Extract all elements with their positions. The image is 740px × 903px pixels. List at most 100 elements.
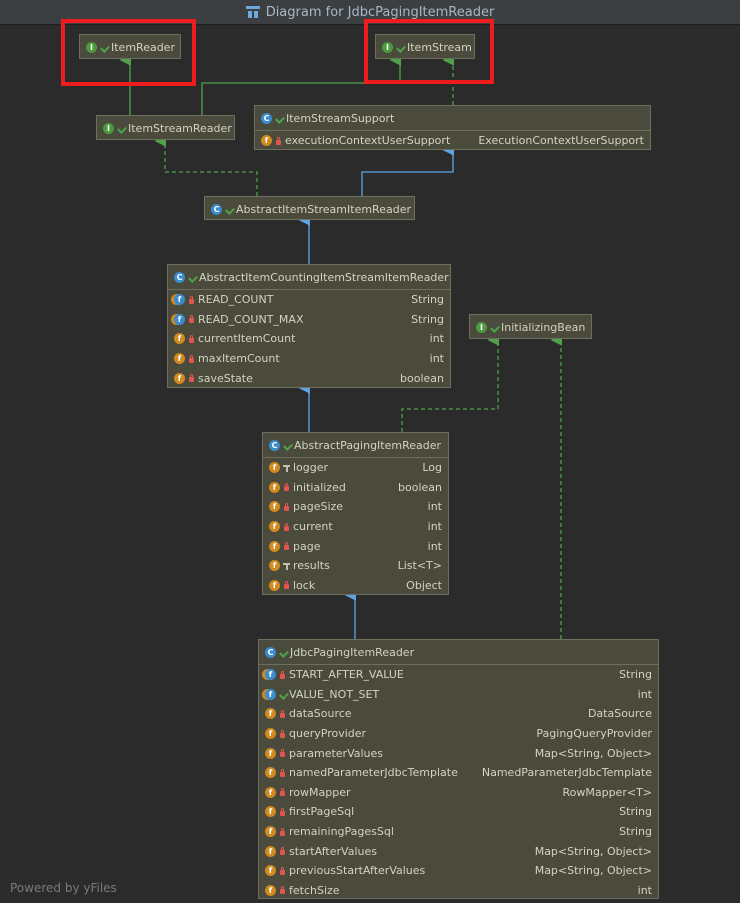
node-abstractpagingitemreader[interactable]: C AbstractPagingItemReader f logger Log f in… xyxy=(262,432,449,595)
field-row: f READ_COUNT_MAX String xyxy=(168,310,450,330)
field-row: f queryProvider PagingQueryProvider xyxy=(259,724,658,744)
field-name: START_AFTER_VALUE xyxy=(289,668,404,682)
node-itemstreamsupport[interactable]: C ItemStreamSupport f executionContextUser… xyxy=(254,105,651,150)
highlight-box-itemstream xyxy=(364,19,494,84)
private-icon xyxy=(283,483,290,492)
field-type: String xyxy=(619,825,652,839)
node-title: ItemStreamSupport xyxy=(286,111,395,125)
field-type: Map<String, Object> xyxy=(534,746,652,760)
public-icon xyxy=(117,124,124,132)
node-itemstreamreader[interactable]: I ItemStreamReader xyxy=(96,115,235,140)
field-icon: f xyxy=(265,806,276,818)
node-title: AbstractPagingItemReader xyxy=(294,438,442,452)
field-type: boolean xyxy=(398,480,442,494)
node-abstractitemcounting[interactable]: C AbstractItemCountingItemStreamItemReade… xyxy=(167,264,451,388)
private-icon xyxy=(279,866,286,875)
field-row: f logger Log xyxy=(263,458,448,478)
class-icon: C xyxy=(261,112,272,124)
field-type: PagingQueryProvider xyxy=(536,727,652,741)
field-icon: f xyxy=(269,521,280,533)
field-name: initialized xyxy=(293,480,346,494)
static-field-icon: f xyxy=(174,294,185,306)
field-type: RowMapper<T> xyxy=(562,785,652,799)
node-title: ItemStreamReader xyxy=(128,121,232,135)
private-icon xyxy=(275,136,282,145)
field-row: f initialized boolean xyxy=(263,478,448,498)
public-icon xyxy=(279,648,286,656)
field-icon: f xyxy=(174,333,185,345)
field-row: f currentItemCount int xyxy=(168,329,450,349)
field-row: f namedParameterJdbcTemplate NamedParamete… xyxy=(259,763,658,783)
field-icon: f xyxy=(269,501,280,513)
field-name: rowMapper xyxy=(289,785,351,799)
field-icon: f xyxy=(269,481,280,493)
private-icon xyxy=(283,522,290,531)
field-name: remainingPagesSql xyxy=(289,825,394,839)
private-icon xyxy=(279,807,286,816)
field-icon: f xyxy=(265,728,276,740)
field-name: current xyxy=(293,520,333,534)
field-type: int xyxy=(637,883,652,897)
private-icon xyxy=(283,502,290,511)
field-row: f current int xyxy=(263,517,448,537)
field-type: int xyxy=(427,539,442,553)
node-initializingbean[interactable]: I InitializingBean xyxy=(469,314,592,339)
field-icon: f xyxy=(174,372,185,384)
private-icon xyxy=(279,886,286,895)
field-row: f remainingPagesSql String xyxy=(259,822,658,842)
field-name: currentItemCount xyxy=(198,332,296,346)
private-icon xyxy=(279,847,286,856)
field-type: Map<String, Object> xyxy=(534,844,652,858)
field-row: f rowMapper RowMapper<T> xyxy=(259,783,658,803)
field-name: VALUE_NOT_SET xyxy=(289,687,380,701)
abstract-class-icon: C xyxy=(269,439,280,451)
field-icon: f xyxy=(265,708,276,720)
field-name: dataSource xyxy=(289,707,352,721)
field-name: parameterValues xyxy=(289,746,384,760)
field-row: f fetchSize int xyxy=(259,881,658,901)
private-icon xyxy=(279,788,286,797)
public-icon xyxy=(490,323,497,331)
field-icon: f xyxy=(269,462,280,474)
field-icon: f xyxy=(269,560,280,572)
field-name: fetchSize xyxy=(289,883,340,897)
field-row: f executionContextUserSupport ExecutionCon… xyxy=(255,131,650,151)
field-type: ExecutionContextUserSupport xyxy=(478,134,644,148)
class-icon: C xyxy=(265,646,276,658)
field-row: f startAfterValues Map<String, Object> xyxy=(259,841,658,861)
node-jdbcpagingitemreader[interactable]: C JdbcPagingItemReader f START_AFTER_VALUE… xyxy=(258,639,659,899)
static-field-icon: f xyxy=(174,313,185,325)
public-icon xyxy=(188,273,195,281)
field-row: f START_AFTER_VALUE String xyxy=(259,665,658,685)
interface-icon: I xyxy=(476,321,487,333)
field-icon: f xyxy=(265,865,276,877)
field-type: NamedParameterJdbcTemplate xyxy=(481,766,652,780)
private-icon xyxy=(188,374,195,383)
interface-icon: I xyxy=(103,122,114,134)
footer-credit: Powered by yFiles xyxy=(10,881,117,895)
field-icon: f xyxy=(269,540,280,552)
field-icon: f xyxy=(261,135,272,147)
field-row: f page int xyxy=(263,536,448,556)
private-icon xyxy=(188,354,195,363)
node-abstractitemstreamitemreader[interactable]: C AbstractItemStreamItemReader xyxy=(204,196,415,220)
private-icon xyxy=(188,295,195,304)
field-name: logger xyxy=(293,461,329,475)
private-icon xyxy=(279,768,286,777)
field-type: String xyxy=(411,293,444,307)
public-icon xyxy=(279,690,286,698)
field-type: DataSource xyxy=(587,707,652,721)
highlight-box-itemreader xyxy=(61,19,196,86)
public-icon xyxy=(275,114,282,122)
edge-abstractitemstream-itemstreamreader xyxy=(154,135,258,196)
field-type: String xyxy=(619,668,652,682)
field-row: f dataSource DataSource xyxy=(259,704,658,724)
field-icon: f xyxy=(265,884,276,896)
private-icon xyxy=(283,542,290,551)
field-type: Object xyxy=(406,578,442,592)
field-row: f VALUE_NOT_SET int xyxy=(259,685,658,705)
private-icon xyxy=(279,729,286,738)
field-row: f results List<T> xyxy=(263,556,448,576)
private-icon xyxy=(279,749,286,758)
field-type: Log xyxy=(422,461,442,475)
